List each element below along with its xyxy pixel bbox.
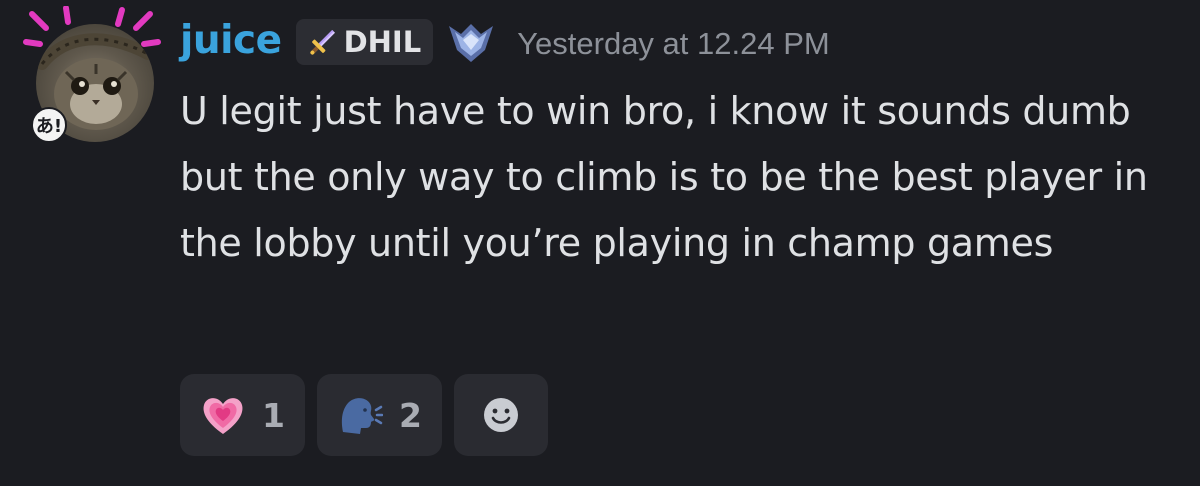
reaction-count: 1 — [262, 395, 285, 435]
growing-heart-icon — [203, 398, 243, 434]
reaction-heart[interactable]: 1 — [180, 374, 305, 456]
message-content: U legit just have to win bro, i know it … — [180, 89, 1148, 265]
reaction-speaking-head[interactable]: 2 — [316, 374, 442, 456]
hiragana-a-badge-icon: あ! — [31, 107, 67, 143]
sword-icon — [309, 29, 335, 55]
reactions-bar: 1 2 — [180, 374, 548, 456]
guild-tag[interactable]: DHIL — [295, 19, 434, 65]
guild-tag-label: DHIL — [343, 25, 422, 59]
message-header: juice DHIL Yesterday at 12.24 PM — [180, 14, 1180, 70]
reaction-count: 2 — [398, 395, 422, 435]
champion-rank-icon[interactable] — [445, 20, 497, 64]
add-reaction-button[interactable] — [453, 374, 548, 456]
speaking-head-icon — [341, 398, 383, 434]
timestamp[interactable]: Yesterday at 12.24 PM — [517, 26, 830, 62]
svg-text:あ!: あ! — [36, 116, 62, 137]
avatar-container[interactable]: あ! — [22, 6, 162, 143]
message: juice DHIL Yesterday at 12.24 PM U legit… — [180, 14, 1180, 276]
smiley-add-reaction-icon — [483, 398, 518, 432]
username[interactable]: juice — [180, 18, 282, 63]
